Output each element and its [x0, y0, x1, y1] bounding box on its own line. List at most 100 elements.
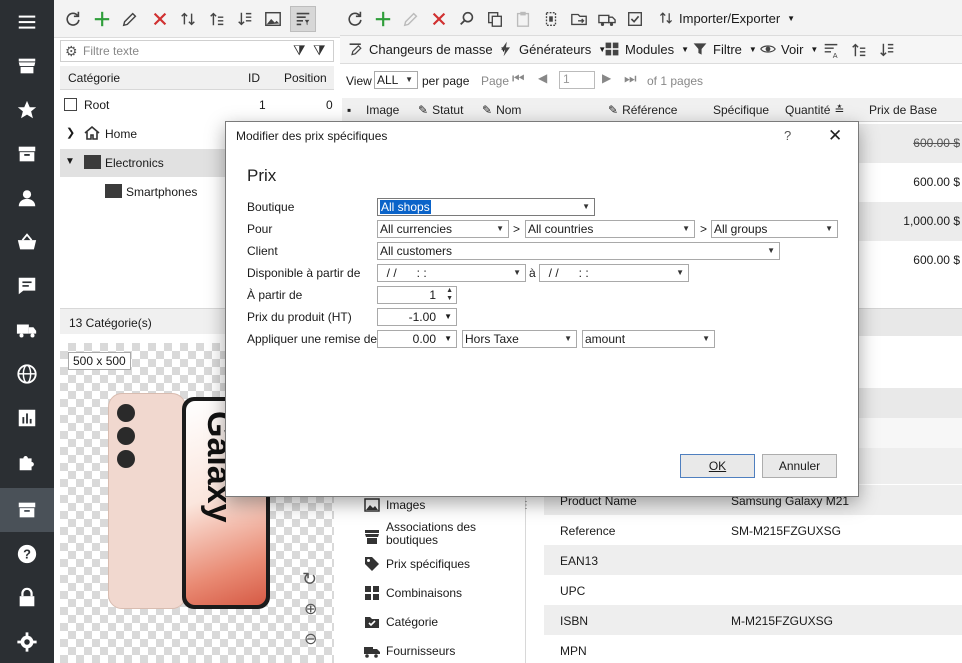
date-to-input[interactable]: / / : : ▼ [539, 264, 689, 282]
property-row[interactable]: EAN13 [544, 545, 962, 575]
move-up-icon[interactable] [204, 6, 230, 32]
move-updown-icon[interactable] [175, 6, 201, 32]
check-icon[interactable] [622, 6, 648, 32]
cancel-button[interactable]: Annuler [762, 454, 837, 478]
chevron-down-icon[interactable]: ▼ [65, 156, 75, 167]
add-icon[interactable] [370, 6, 396, 32]
reduction-type-select[interactable]: amount ▼ [582, 330, 715, 348]
close-button[interactable]: ✕ [828, 126, 842, 146]
edit-icon[interactable] [398, 6, 424, 32]
shop-select[interactable]: All shops ▼ [377, 198, 595, 216]
property-row[interactable]: ISBN M-M215FZGUXSG [544, 605, 962, 635]
generators-menu[interactable]: Générateurs ▼ [498, 41, 606, 57]
basket-icon[interactable] [0, 220, 54, 264]
duplicate-icon[interactable] [538, 6, 564, 32]
col-id[interactable]: ID [248, 71, 260, 85]
col-name[interactable]: ✎ Nom [482, 98, 521, 122]
spin-arrows-icon[interactable]: ▲ ▼ [446, 287, 453, 303]
clear-filter-icon[interactable]: ⧩ [313, 42, 326, 59]
first-page-icon[interactable]: ⏮ [512, 70, 525, 87]
tax-select[interactable]: Hors Taxe ▼ [462, 330, 577, 348]
delete-icon[interactable] [426, 6, 452, 32]
filter-icon[interactable]: ⧩ [293, 42, 306, 59]
page-input[interactable]: 1 [559, 71, 595, 89]
edit-icon[interactable] [117, 6, 143, 32]
view-menu[interactable]: Voir ▼ [760, 41, 818, 57]
tree-row-root[interactable]: Root 1 0 [60, 91, 334, 119]
help-icon[interactable]: ? [0, 532, 54, 576]
paste-icon[interactable] [510, 6, 536, 32]
side-menu-shop-associations[interactable]: Associations des boutiques [364, 521, 486, 547]
col-reference[interactable]: ✎ Référence [608, 98, 677, 122]
import-export-menu[interactable]: Importer/Exporter ▼ [658, 10, 795, 26]
mass-changers-menu[interactable]: Changeurs de masse▼ [348, 41, 508, 57]
side-menu-category[interactable]: Catégorie [364, 614, 438, 630]
col-status[interactable]: ✎ Statut [418, 98, 463, 122]
rotate-icon[interactable]: ↻ [302, 569, 317, 590]
search-icon[interactable] [454, 6, 480, 32]
sort-down-icon[interactable] [874, 37, 900, 63]
catalog-icon[interactable] [0, 488, 54, 532]
refresh-icon[interactable] [342, 6, 368, 32]
last-page-icon[interactable]: ⏭ [624, 70, 637, 87]
property-row[interactable]: UPC [544, 575, 962, 605]
side-menu-specific-prices[interactable]: Prix spécifiques [364, 556, 470, 572]
side-menu-combinations[interactable]: Combinaisons [364, 585, 462, 601]
prev-page-icon[interactable]: ◀ [538, 71, 547, 85]
side-menu-suppliers[interactable]: Fournisseurs [364, 643, 455, 659]
refresh-icon[interactable] [60, 6, 86, 32]
property-row[interactable]: MPN [544, 635, 962, 663]
filter-menu[interactable]: Filtre ▼ [692, 41, 757, 57]
filter-input[interactable]: Filtre texte [83, 44, 139, 58]
tree-filter-icon[interactable] [290, 6, 316, 32]
discount-input[interactable]: 0.00 ▼ [377, 330, 457, 348]
box-icon[interactable] [0, 132, 54, 176]
grid-select-all[interactable]: ▪ [347, 98, 351, 122]
zoom-out-icon[interactable]: ⊖ [304, 629, 317, 649]
modules-menu[interactable]: Modules ▼ [604, 41, 689, 57]
image-edit-icon[interactable] [260, 6, 286, 32]
move-down-icon[interactable] [232, 6, 258, 32]
client-select[interactable]: All customers ▼ [377, 242, 780, 260]
gear-icon[interactable]: ⚙ [65, 43, 78, 60]
chevron-right-icon[interactable]: ❯ [66, 126, 75, 139]
store-icon[interactable] [0, 44, 54, 88]
side-menu-images[interactable]: Images [364, 497, 425, 513]
move-category-icon[interactable] [566, 6, 592, 32]
help-button[interactable]: ? [784, 128, 791, 143]
stats-icon[interactable] [0, 396, 54, 440]
sort-up-icon[interactable] [846, 37, 872, 63]
col-category[interactable]: Catégorie [68, 71, 120, 85]
comment-icon[interactable] [0, 264, 54, 308]
splitter-handle-icon[interactable]: ⋮ [521, 500, 531, 511]
shipping-icon[interactable] [594, 6, 620, 32]
col-quantity[interactable]: Quantité ≛ [785, 98, 844, 122]
star-icon[interactable] [0, 88, 54, 132]
group-select[interactable]: All groups ▼ [711, 220, 838, 238]
col-base-price[interactable]: Prix de Base [869, 98, 937, 122]
puzzle-icon[interactable] [0, 440, 54, 484]
copy-icon[interactable] [482, 6, 508, 32]
ok-button[interactable]: OK [680, 454, 755, 478]
view-count-select[interactable]: ALL ▼ [374, 71, 418, 89]
menu-icon[interactable] [0, 0, 54, 44]
col-specific[interactable]: Spécifique [713, 98, 769, 122]
checkbox-icon[interactable] [64, 98, 77, 111]
col-image[interactable]: Image [366, 98, 399, 122]
country-select[interactable]: All countries ▼ [525, 220, 695, 238]
product-price-input[interactable]: -1.00 ▼ [377, 308, 457, 326]
delete-icon[interactable] [147, 6, 173, 32]
user-icon[interactable] [0, 176, 54, 220]
currency-select[interactable]: All currencies ▼ [377, 220, 509, 238]
property-row[interactable]: Reference SM-M215FZGUXSG [544, 515, 962, 545]
add-icon[interactable] [89, 6, 115, 32]
from-qty-stepper[interactable]: 1 ▲ ▼ [377, 286, 457, 304]
truck-icon[interactable] [0, 308, 54, 352]
lock-icon[interactable] [0, 576, 54, 620]
globe-icon[interactable] [0, 352, 54, 396]
sort-icon[interactable]: A [818, 37, 844, 63]
date-from-input[interactable]: / / : : ▼ [377, 264, 526, 282]
col-position[interactable]: Position [284, 71, 327, 85]
settings-icon[interactable] [0, 620, 54, 663]
next-page-icon[interactable]: ▶ [602, 71, 611, 85]
